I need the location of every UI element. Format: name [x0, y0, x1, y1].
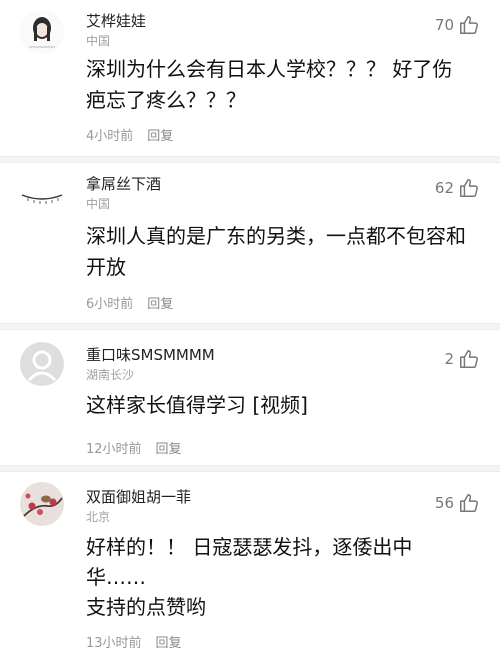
thumbs-up-icon: [460, 350, 478, 368]
comment-time: 13小时前: [86, 636, 142, 651]
separator: [0, 465, 500, 472]
comment-meta: 6小时前 回复: [86, 293, 173, 312]
comment-item: 拿屌丝下酒 中国 62 深圳人真的是广东的另类，一点都不包容和开放 6小时前 回复: [0, 163, 500, 323]
comment-text: 这样家长值得学习 [视频]: [86, 393, 308, 417]
commenter-name[interactable]: 艾桦娃娃: [86, 10, 146, 31]
comment-text-line: 支持的点赞哟: [86, 595, 206, 619]
commenter-location: 中国: [86, 197, 111, 211]
like-count: 2: [444, 350, 454, 368]
thumbs-up-icon: [460, 16, 478, 34]
comment-time: 4小时前: [86, 129, 134, 144]
thumbs-up-icon: [460, 179, 478, 197]
comment-item: 艾桦娃娃 中国 70 深圳为什么会有日本人学校？？？ 好了伤疤忘了疼么？？？ 4…: [0, 0, 500, 156]
avatar[interactable]: [20, 342, 64, 386]
separator: [0, 156, 500, 163]
comment-text-line: 好样的！！ 日寇瑟瑟发抖，逐倭出中: [86, 535, 413, 559]
avatar[interactable]: [20, 10, 64, 54]
anime-girl-avatar-icon: [29, 17, 55, 48]
reply-button[interactable]: 回复: [156, 636, 182, 651]
default-user-avatar-icon: [27, 350, 57, 382]
commenter-location: 湖南长沙: [86, 368, 135, 382]
like-count: 62: [434, 179, 454, 197]
comment-meta: 13小时前 回复: [86, 632, 182, 651]
comment-text-line: 华……: [86, 565, 146, 589]
comment-item: 重口味SMSMMMM 湖南长沙 2 这样家长值得学习 [视频] 12小时前 回复: [0, 330, 500, 468]
commenter-name[interactable]: 拿屌丝下酒: [86, 173, 161, 194]
thumbs-up-icon: [460, 494, 478, 512]
like-button[interactable]: 56: [435, 492, 480, 514]
commenter-name[interactable]: 重口味SMSMMMM: [86, 344, 215, 365]
comment-text: 深圳为什么会有日本人学校？？？ 好了伤疤忘了疼么？？？: [86, 57, 453, 112]
separator: [0, 323, 500, 330]
reply-button[interactable]: 回复: [147, 129, 173, 144]
comment-meta: 4小时前 回复: [86, 125, 173, 144]
like-button[interactable]: 62: [435, 177, 480, 199]
comment-text: 深圳人真的是广东的另类，一点都不包容和开放: [86, 224, 466, 279]
reply-button[interactable]: 回复: [147, 297, 173, 312]
commenter-location: 中国: [86, 34, 111, 48]
avatar[interactable]: [20, 482, 64, 526]
plum-blossom-bird-avatar-icon: [23, 493, 63, 517]
commenter-location: 北京: [86, 510, 111, 524]
like-button[interactable]: 70: [435, 14, 480, 36]
comment-text: 好样的！！ 日寇瑟瑟发抖，逐倭出中 华…… 支持的点赞哟: [86, 532, 470, 622]
comment-time: 6小时前: [86, 297, 134, 312]
like-count: 56: [434, 494, 454, 512]
like-count: 70: [434, 16, 454, 34]
avatar[interactable]: [20, 177, 64, 221]
comment-item: 双面御姐胡一菲 北京 56 好样的！！ 日寇瑟瑟发抖，逐倭出中 华…… 支持的点…: [0, 472, 500, 663]
commenter-name[interactable]: 双面御姐胡一菲: [86, 486, 191, 507]
sketch-line-avatar-icon: [21, 194, 63, 204]
comment-time: 12小时前: [86, 442, 142, 457]
like-button[interactable]: 2: [444, 348, 480, 370]
comment-meta: 12小时前 回复: [86, 438, 182, 457]
reply-button[interactable]: 回复: [156, 442, 182, 457]
